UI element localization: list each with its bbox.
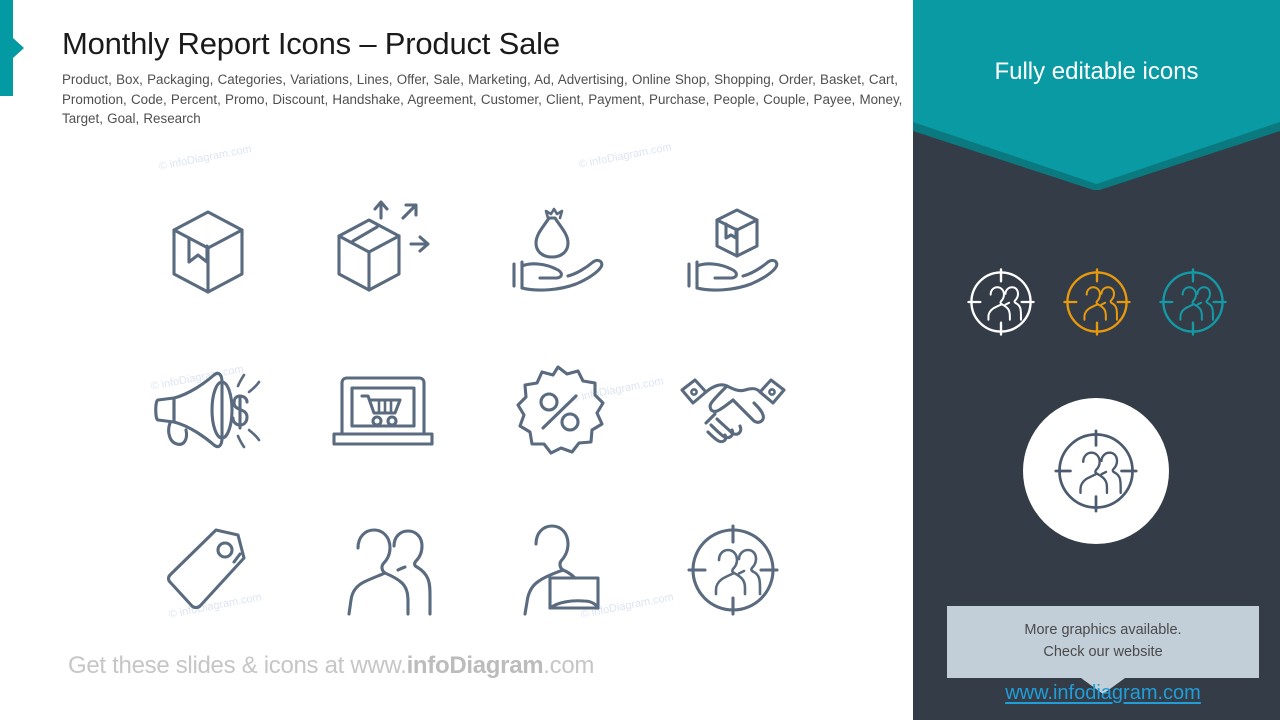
hand-money-bag-icon[interactable] xyxy=(470,170,645,330)
footer-note: Get these slides & icons at www.infoDiag… xyxy=(68,652,594,680)
price-tag-icon[interactable] xyxy=(120,490,295,650)
sidebar-header-title: Fully editable icons xyxy=(994,58,1199,85)
megaphone-dollar-icon[interactable] xyxy=(120,330,295,490)
watermark: © infoDiagram.com xyxy=(577,141,673,171)
laptop-cart-icon[interactable] xyxy=(295,330,470,490)
page-title: Monthly Report Icons – Product Sale xyxy=(62,26,560,61)
watermark: © infoDiagram.com xyxy=(157,143,253,173)
accent-marker-icon xyxy=(0,0,24,96)
target-people-featured[interactable] xyxy=(1023,398,1169,544)
sidebar-header-chevron xyxy=(913,0,1280,190)
target-people-teal[interactable] xyxy=(1158,268,1227,341)
target-icon-row xyxy=(913,268,1280,341)
handshake-icon[interactable] xyxy=(645,330,820,490)
footer-suffix: .com xyxy=(543,652,595,679)
target-people-white[interactable] xyxy=(966,268,1035,341)
callout-line-2: Check our website xyxy=(1043,644,1163,660)
two-people-icon[interactable] xyxy=(295,490,470,650)
callout-line-1: More graphics available. xyxy=(1024,622,1182,638)
website-link[interactable]: www.infodiagram.com xyxy=(947,682,1259,705)
box-package-icon[interactable] xyxy=(120,170,295,330)
percent-badge-icon[interactable] xyxy=(470,330,645,490)
footer-prefix: Get these slides & icons at www. xyxy=(68,652,407,679)
page-subtitle: Product, Box, Packaging, Categories, Var… xyxy=(62,72,903,126)
callout-box: More graphics available. Check our websi… xyxy=(947,606,1259,694)
callout-box-wrapper: More graphics available. Check our websi… xyxy=(947,606,1259,694)
icon-grid xyxy=(120,170,820,620)
target-people-icon[interactable] xyxy=(645,490,820,650)
hand-box-icon[interactable] xyxy=(645,170,820,330)
target-people-orange[interactable] xyxy=(1062,268,1131,341)
box-variations-icon[interactable] xyxy=(295,170,470,330)
footer-brand: infoDiagram xyxy=(406,652,544,679)
person-payment-icon[interactable] xyxy=(470,490,645,650)
slide-canvas: Monthly Report Icons – Product Sale Prod… xyxy=(0,0,1280,720)
